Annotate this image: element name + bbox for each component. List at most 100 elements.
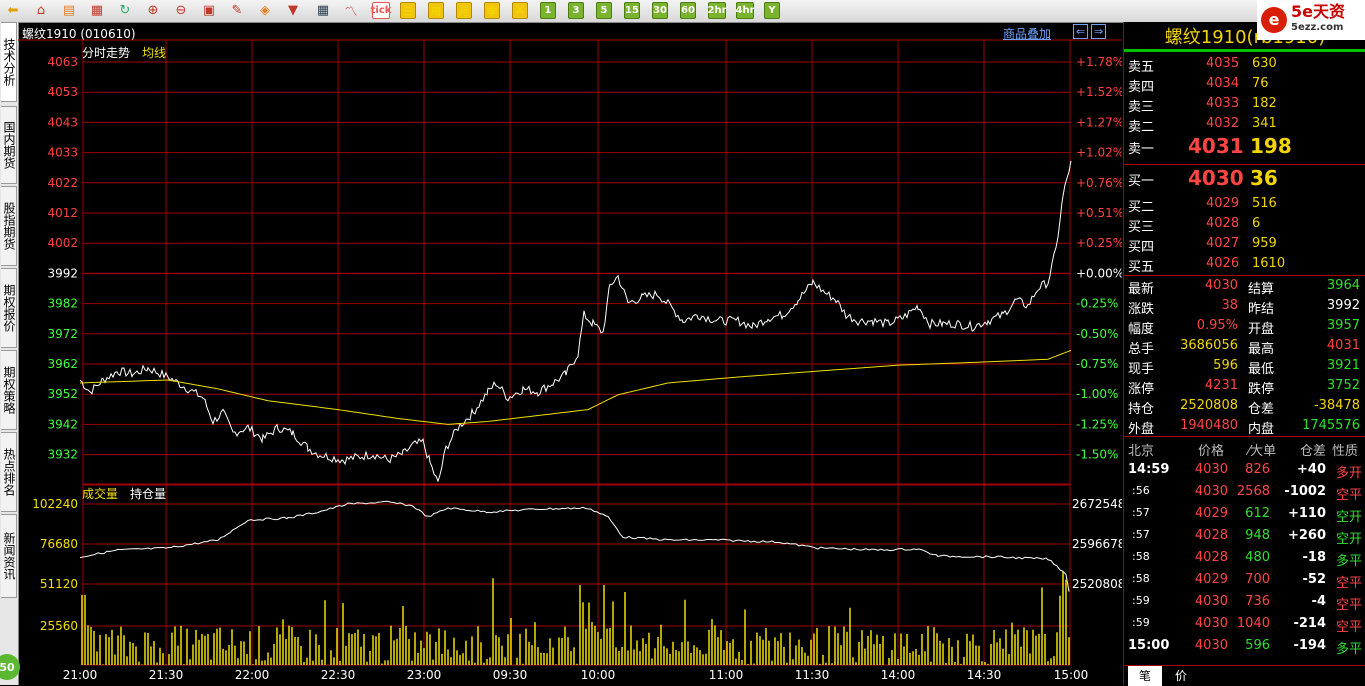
divider — [1124, 436, 1365, 437]
tick-row[interactable]: :58 4028 480 -18 多平 — [1124, 548, 1365, 569]
panel-tab-1[interactable]: 价 — [1164, 666, 1198, 686]
pct-tick-label: -1.00% — [1076, 387, 1118, 401]
zoom-out-icon[interactable]: ⊖ — [172, 2, 190, 19]
open-interest-label: 持仓量 — [130, 487, 167, 501]
tick-row[interactable]: :56 4030 2568 -1002 空平 — [1124, 482, 1365, 503]
tick-nature: 空开 — [1335, 532, 1362, 547]
table-icon[interactable]: ▦ — [314, 2, 332, 19]
tick-row[interactable]: :59 4030 1040 -214 空平 — [1124, 614, 1365, 635]
left-tab-1[interactable]: 国内期货 — [1, 106, 17, 184]
tick-time: 15:00 — [1128, 638, 1170, 653]
period-button-7[interactable]: 3 — [568, 2, 584, 19]
tick-row[interactable]: 15:00 4030 596 -194 多平 — [1124, 636, 1365, 657]
left-tab-5[interactable]: 热点排名 — [1, 432, 17, 512]
panel-tab-0[interactable]: 笔 — [1128, 666, 1162, 686]
tick-header: 北京 价格 ⁄大单 仓差 性质 — [1124, 438, 1365, 459]
tick-time: :59 — [1132, 594, 1150, 607]
ask-volume: 198 — [1250, 134, 1292, 158]
ask-level: 卖二 4032 341 — [1124, 114, 1365, 135]
time-tick-label: 23:00 — [407, 668, 442, 682]
chart-icon[interactable]: ▦ — [88, 2, 106, 19]
pct-tick-label: +0.25% — [1076, 236, 1122, 250]
oi-tick-label: 2520808 — [1072, 577, 1122, 591]
period-button-5[interactable]: X — [512, 2, 528, 19]
divider — [1124, 164, 1365, 165]
left-tab-bar: 技术分析国内期货股指期货期权报价期权策略热点排名新闻资讯 — [0, 22, 19, 685]
tick-nature: 多开 — [1335, 466, 1362, 481]
bid-level: 买四 4027 959 — [1124, 234, 1365, 255]
period-button-14[interactable]: Y — [764, 2, 780, 19]
price-tick-label: 3932 — [47, 448, 78, 462]
tick-row[interactable]: :58 4029 700 -52 空平 — [1124, 570, 1365, 591]
bid-volume: 516 — [1252, 196, 1277, 211]
period-button-3[interactable]: 月 — [456, 2, 472, 19]
logo-url: 5ezz.com — [1291, 22, 1344, 33]
tick-row[interactable]: :57 4028 948 +260 空开 — [1124, 526, 1365, 547]
pct-tick-label: -1.25% — [1076, 417, 1118, 431]
home-icon[interactable]: ⌂ — [32, 2, 50, 19]
ask-label: 卖五 — [1128, 60, 1155, 75]
zoom-in-icon[interactable]: ⊕ — [144, 2, 162, 19]
left-tab-6[interactable]: 新闻资讯 — [1, 514, 17, 598]
ask-volume: 341 — [1252, 116, 1277, 131]
stat-value: 3964 — [1326, 278, 1360, 293]
avg-line-label: 均线 — [142, 46, 167, 60]
ask-label: 卖三 — [1128, 100, 1155, 115]
tick-row[interactable]: 14:59 4030 826 +40 多开 — [1124, 460, 1365, 481]
overlay-link[interactable]: 商品叠加 — [1003, 25, 1051, 42]
left-tab-3[interactable]: 期权报价 — [1, 268, 17, 348]
time-tick-label: 10:00 — [581, 668, 616, 682]
ask-price: 4032 — [1206, 116, 1240, 131]
filter-icon[interactable]: ▼ — [284, 2, 302, 19]
line-chart-icon[interactable]: 〽 — [342, 2, 360, 20]
tick-row[interactable]: :59 4030 736 -4 空平 — [1124, 592, 1365, 613]
tick-time: :58 — [1132, 572, 1150, 585]
ask-volume: 630 — [1252, 56, 1277, 71]
bid-label: 买三 — [1128, 220, 1155, 235]
tick-oi-change: +110 — [1287, 506, 1326, 521]
quote-panel: 螺纹1910(rb1910) 卖五 4035 630 卖四 4034 76 卖三 4033 18… — [1123, 22, 1365, 686]
bid-label: 买一 — [1128, 174, 1155, 189]
pen-icon[interactable]: ✎ — [228, 2, 246, 19]
left-tab-0[interactable]: 技术分析 — [1, 22, 17, 102]
stat-row: 现手 596 最低 3921 — [1124, 356, 1365, 377]
period-button-13[interactable]: 4hr — [736, 2, 755, 19]
stat-value: 38 — [1221, 298, 1238, 313]
period-button-9[interactable]: 15 — [624, 2, 640, 19]
tick-time: :57 — [1132, 528, 1150, 541]
tick-row[interactable]: :57 4029 612 +110 空开 — [1124, 504, 1365, 525]
period-button-4[interactable]: 季 — [484, 2, 500, 19]
stat-value: 3921 — [1326, 358, 1360, 373]
ask-level: 卖三 4033 182 — [1124, 94, 1365, 115]
paint-icon[interactable]: ◈ — [256, 2, 274, 19]
stat-label: 结算 — [1248, 282, 1275, 297]
stat-label: 开盘 — [1248, 322, 1275, 337]
period-button-8[interactable]: 5 — [596, 2, 612, 19]
tick-nature: 空开 — [1335, 510, 1362, 525]
period-button-0[interactable]: tick — [371, 2, 391, 19]
pct-tick-label: -0.25% — [1076, 297, 1118, 311]
period-button-1[interactable]: 日 — [400, 2, 416, 19]
intraday-chart[interactable]: 4063 +1.78% 4053 +1.52% 4043 +1.27% 4033 +1.02%… — [18, 22, 1122, 685]
window-icon[interactable]: ▣ — [200, 2, 218, 19]
pct-tick-label: +0.76% — [1076, 176, 1122, 190]
left-tab-2[interactable]: 股指期货 — [1, 186, 17, 266]
notes-icon[interactable]: ▤ — [60, 2, 78, 19]
period-button-10[interactable]: 30 — [652, 2, 668, 19]
stat-label: 最低 — [1248, 362, 1275, 377]
period-button-6[interactable]: 1 — [540, 2, 556, 19]
tick-nature: 空平 — [1335, 488, 1362, 503]
period-button-11[interactable]: 60 — [680, 2, 696, 19]
layout-left-icon[interactable]: ⇐ — [1073, 24, 1089, 39]
period-button-12[interactable]: 2hr — [708, 2, 727, 19]
refresh-icon[interactable]: ↻ — [116, 2, 134, 19]
tick-header-c4: 仓差 — [1300, 444, 1327, 459]
mode-label[interactable]: 分时走势 — [82, 44, 130, 61]
left-tab-4[interactable]: 期权策略 — [1, 350, 17, 430]
period-button-2[interactable]: 周 — [428, 2, 444, 19]
back-icon[interactable]: ⬅ — [4, 2, 22, 19]
stat-label: 涨停 — [1128, 382, 1155, 397]
layout-right-icon[interactable]: ⇒ — [1091, 24, 1107, 39]
chart-canvas[interactable]: 4063 +1.78% 4053 +1.52% 4043 +1.27% 4033 +1.02%… — [18, 22, 1122, 685]
time-tick-label: 21:30 — [149, 668, 184, 682]
